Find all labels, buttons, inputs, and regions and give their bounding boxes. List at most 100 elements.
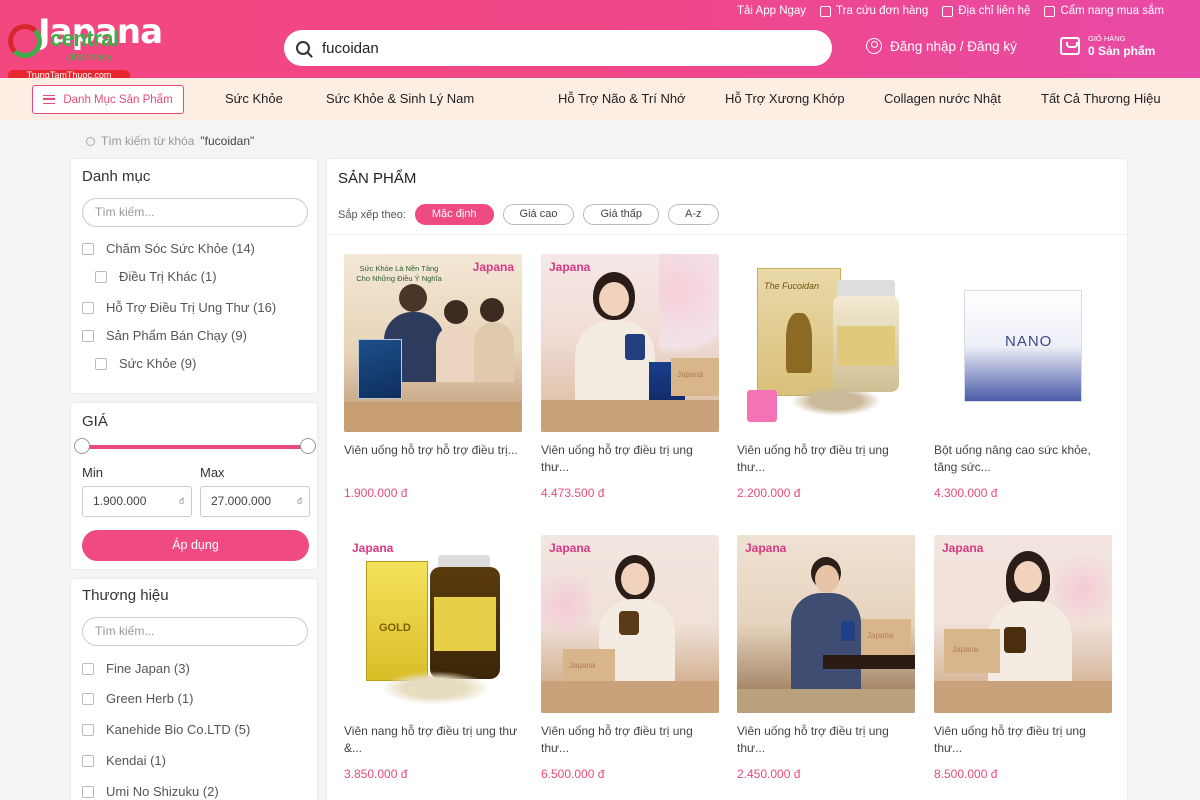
brand-item[interactable]: Green Herb (1) [82, 691, 193, 706]
product-image[interactable]: Japana GOLD [344, 535, 522, 713]
person-face-shape [599, 282, 629, 316]
seaweed-leaf-shape [786, 313, 812, 373]
checkbox[interactable] [82, 754, 94, 767]
product-box-shape [358, 339, 402, 399]
central-pharmacy-logo[interactable]: central pharmacy TrungTamThuoc.com [6, 22, 130, 82]
sort-price-low-button[interactable]: Giá thấp [583, 204, 660, 225]
top-link-app[interactable]: Tải App Ngay [737, 5, 806, 17]
nav-item-health[interactable]: Sức Khỏe [225, 91, 283, 106]
checkbox[interactable] [82, 662, 94, 675]
brand-item[interactable]: Fine Japan (3) [82, 661, 190, 676]
product-image[interactable]: The Fucoidan [737, 254, 915, 432]
product-bottle-shape [841, 621, 855, 641]
search-bar[interactable] [284, 30, 832, 66]
sort-default-button[interactable]: Mặc định [414, 204, 494, 225]
product-card[interactable]: Japana Japana Viên uống hỗ trợ điều trị … [541, 254, 719, 500]
capsules-shape [791, 386, 881, 416]
product-image[interactable]: Japana Japana [737, 535, 915, 713]
image-brand-label: Japana [549, 260, 591, 274]
category-item[interactable]: Điều Trị Khác (1) [95, 269, 217, 284]
checkbox[interactable] [82, 785, 94, 798]
central-logo-word: central [50, 26, 119, 51]
person-face-shape [815, 565, 839, 593]
max-price-input[interactable]: 27.000.000 đ [200, 486, 310, 517]
sort-az-button[interactable]: A-z [668, 204, 719, 225]
sort-price-high-button[interactable]: Giá cao [502, 204, 575, 225]
box-icon [820, 5, 832, 17]
checkbox[interactable] [82, 242, 94, 255]
product-name[interactable]: Viên uống hỗ trợ điều trị ung thư... [541, 723, 719, 757]
table-shape [541, 400, 719, 432]
nav-item-joints[interactable]: Hỗ Trợ Xương Khớp [725, 91, 845, 106]
category-item[interactable]: Hỗ Trợ Điều Trị Ung Thư (16) [82, 300, 276, 315]
checkbox[interactable] [95, 270, 107, 283]
product-name[interactable]: Viên uống hỗ trợ điều trị ung thư... [737, 723, 915, 757]
carton-shape: Japana [861, 619, 911, 655]
product-price: 4.300.000 đ [934, 486, 998, 500]
search-input[interactable] [322, 39, 802, 57]
brand-search-input[interactable]: Tìm kiếm... [82, 617, 308, 646]
product-name[interactable]: Viên uống hỗ trợ điều trị ung thư... [934, 723, 1112, 757]
category-item[interactable]: Sức Khỏe (9) [95, 356, 196, 371]
cart-count: 0 Sản phẩm [1088, 44, 1156, 58]
product-card[interactable]: Japana Japana Viên uống hỗ trợ điều trị … [541, 535, 719, 781]
nav-item-all-brands[interactable]: Tất Cả Thương Hiệu [1041, 91, 1161, 106]
category-menu-button[interactable]: Danh Mục Sản Phẩm [32, 85, 184, 114]
min-price-input[interactable]: 1.900.000 đ [82, 486, 192, 517]
price-range-track[interactable] [82, 445, 308, 449]
product-card[interactable]: Japana Japana Viên uống hỗ trợ điều trị … [737, 535, 915, 781]
carton-shape: Japana [671, 358, 719, 396]
product-card[interactable]: Japana Japana Viên uống hỗ trợ điều trị … [934, 535, 1112, 781]
checkbox[interactable] [82, 329, 94, 342]
top-link-address[interactable]: Địa chỉ liên hệ [942, 5, 1030, 17]
product-image[interactable]: Japana Japana [541, 254, 719, 432]
price-range-max-handle[interactable] [300, 438, 316, 454]
category-search-input[interactable]: Tìm kiếm... [82, 198, 308, 227]
nav-item-brain[interactable]: Hỗ Trợ Não & Trí Nhớ [558, 91, 686, 106]
image-brand-label: Japana [472, 260, 514, 274]
product-box-shape: GOLD [366, 561, 428, 681]
brand-item[interactable]: Kanehide Bio Co.LTD (5) [82, 722, 250, 737]
book-icon [1044, 5, 1056, 17]
product-card[interactable]: Sức Khỏe Là Nền Tảng Cho Những Điều Ý Ng… [344, 254, 522, 500]
building-icon [942, 5, 954, 17]
brand-item[interactable]: Kendai (1) [82, 753, 166, 768]
product-name[interactable]: Viên uống hỗ trợ điều trị ung thư... [541, 442, 719, 476]
product-card[interactable]: Japana GOLD Viên nang hỗ trợ điều trị un… [344, 535, 522, 781]
checkbox[interactable] [82, 692, 94, 705]
login-link[interactable]: Đăng nhập / Đăng ký [866, 38, 1017, 54]
sort-bar: Sắp xếp theo: Mặc định Giá cao Giá thấp … [338, 204, 719, 225]
product-image[interactable]: NANO [934, 254, 1112, 432]
product-card[interactable]: The Fucoidan Viên uống hỗ trợ điều trị u… [737, 254, 915, 500]
category-item[interactable]: Sản Phẩm Bán Chạy (9) [82, 328, 247, 343]
product-image[interactable]: Sức Khỏe Là Nền Tảng Cho Những Điều Ý Ng… [344, 254, 522, 432]
product-image[interactable]: Japana Japana [934, 535, 1112, 713]
checkbox[interactable] [82, 301, 94, 314]
checkbox[interactable] [82, 723, 94, 736]
category-item[interactable]: Chăm Sóc Sức Khỏe (14) [82, 241, 255, 256]
max-label: Max [200, 465, 225, 480]
search-icon[interactable] [296, 41, 310, 55]
product-image[interactable]: Japana Japana [541, 535, 719, 713]
product-price: 2.200.000 đ [737, 486, 801, 500]
brand-item[interactable]: Umi No Shizuku (2) [82, 784, 219, 799]
apply-price-button[interactable]: Áp dụng [82, 530, 309, 561]
person-head-shape [480, 298, 504, 322]
floor-shape [737, 689, 915, 713]
nav-item-men-health[interactable]: Sức Khỏe & Sinh Lý Nam [326, 91, 474, 106]
product-name[interactable]: Viên uống hỗ trợ hỗ trợ điều trị... [344, 442, 522, 476]
product-name[interactable]: Viên nang hỗ trợ điều trị ung thư &... [344, 723, 522, 757]
cart-button[interactable]: GIỎ HÀNG 0 Sản phẩm [1060, 34, 1155, 58]
person-body-shape [988, 601, 1072, 685]
product-card[interactable]: NANO Bột uống nâng cao sức khỏe, tăng sứ… [934, 254, 1112, 500]
top-link-order-lookup[interactable]: Tra cứu đơn hàng [820, 5, 928, 17]
search-breadcrumb: Tìm kiếm từ khóa "fucoidan" [86, 134, 254, 148]
nav-item-collagen[interactable]: Collagen nước Nhật [884, 91, 1001, 106]
carton-shape: Japana [944, 629, 1000, 673]
top-link-guide[interactable]: Cẩm nang mua sắm [1044, 5, 1164, 17]
price-range-min-handle[interactable] [74, 438, 90, 454]
product-name[interactable]: Bột uống nâng cao sức khỏe, tăng sức... [934, 442, 1112, 476]
bottle-label-shape [434, 597, 496, 651]
product-name[interactable]: Viên uống hỗ trợ điều trị ung thư... [737, 442, 915, 476]
checkbox[interactable] [95, 357, 107, 370]
